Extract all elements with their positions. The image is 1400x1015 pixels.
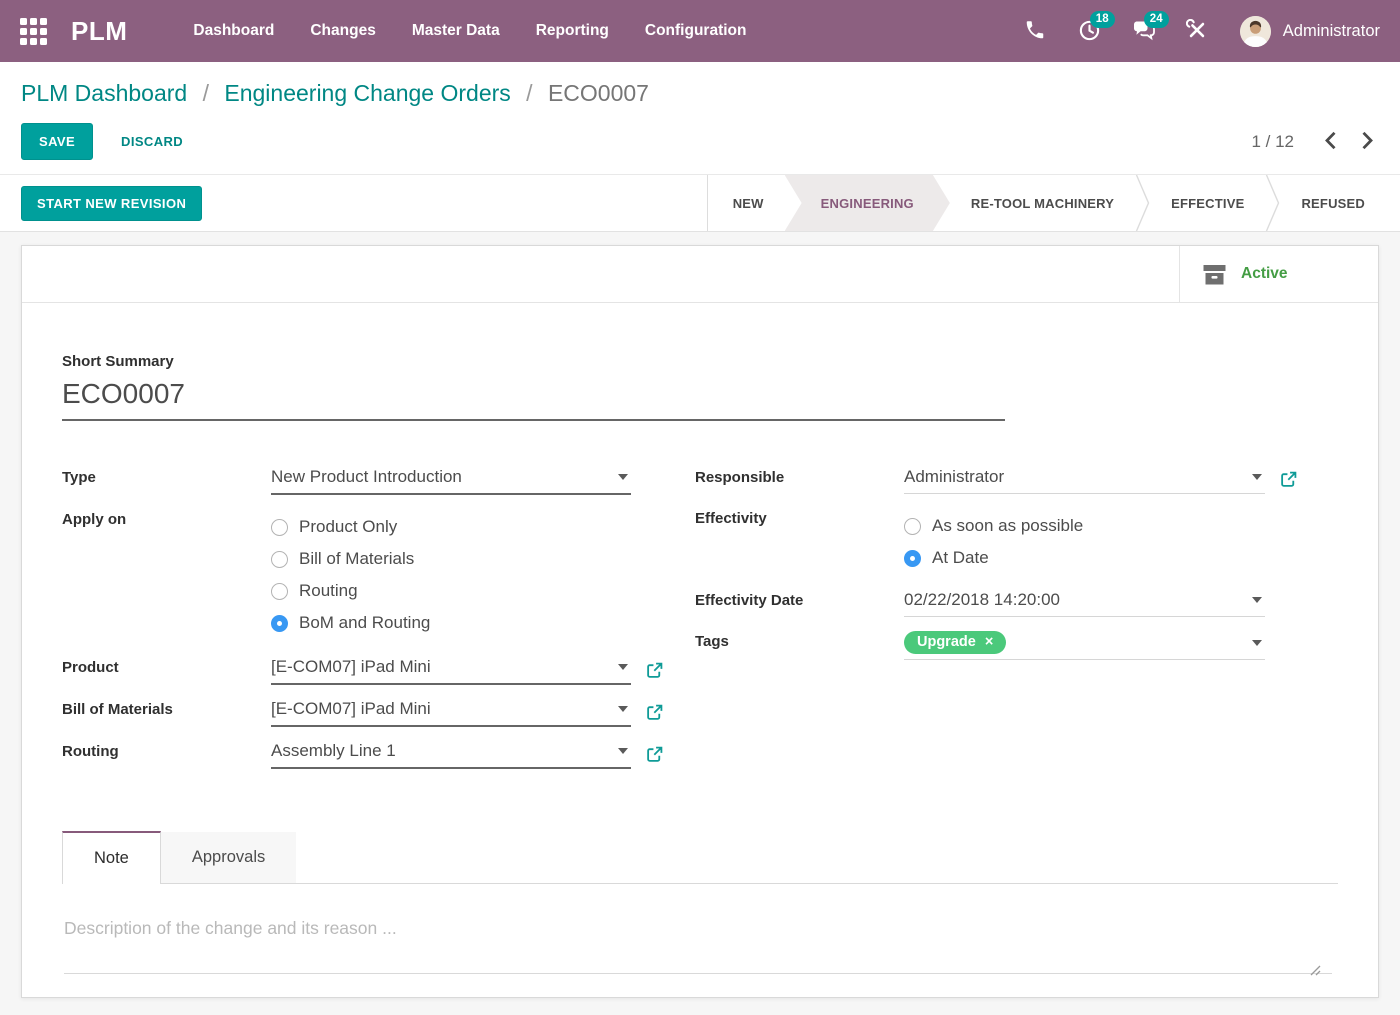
step-separator-icon <box>1265 175 1280 231</box>
nav-menu: Dashboard Changes Master Data Reporting … <box>193 22 746 40</box>
tags-label: Tags <box>695 629 904 650</box>
nav-menu-dashboard[interactable]: Dashboard <box>193 22 274 40</box>
type-select[interactable]: New Product Introduction <box>271 465 631 495</box>
type-label: Type <box>62 465 271 486</box>
short-summary-input[interactable]: ECO0007 <box>62 370 1005 421</box>
radio-icon[interactable] <box>904 518 921 535</box>
radio-icon[interactable] <box>271 519 288 536</box>
archive-box-icon <box>1202 263 1227 286</box>
save-button[interactable]: SAVE <box>21 123 93 160</box>
breadcrumb-plm-dashboard[interactable]: PLM Dashboard <box>21 80 187 106</box>
pager-next-button[interactable] <box>1360 129 1376 155</box>
radio-icon[interactable] <box>271 551 288 568</box>
breadcrumb-separator: / <box>526 80 532 106</box>
product-select[interactable]: [E-COM07] iPad Mini <box>271 655 631 685</box>
status-step-new[interactable]: NEW <box>712 175 785 231</box>
step-separator-icon <box>1135 175 1150 231</box>
chevron-left-icon <box>1324 131 1336 150</box>
card-button-box: Active <box>22 246 1378 303</box>
routing-select[interactable]: Assembly Line 1 <box>271 739 631 769</box>
radio-icon[interactable] <box>271 583 288 600</box>
caret-down-icon <box>1252 474 1262 480</box>
activity-badge: 18 <box>1090 11 1115 28</box>
radio-product-only[interactable]: Product Only <box>271 511 430 543</box>
radio-checked-icon[interactable] <box>904 550 921 567</box>
external-link-icon[interactable] <box>1280 471 1297 488</box>
pager-previous-button[interactable] <box>1322 129 1338 155</box>
statusbar: START NEW REVISION NEW ENGINEERING RE-TO… <box>0 174 1400 232</box>
caret-down-icon <box>618 706 628 712</box>
caret-down-icon <box>618 474 628 480</box>
tag-remove-icon[interactable]: × <box>985 634 993 650</box>
bill-of-materials-select[interactable]: [E-COM07] iPad Mini <box>271 697 631 727</box>
note-textarea[interactable] <box>64 908 1332 974</box>
tab-approvals[interactable]: Approvals <box>161 832 296 883</box>
apps-grid-icon[interactable] <box>20 18 47 45</box>
breadcrumb-separator: / <box>203 80 209 106</box>
status-step-refused[interactable]: REFUSED <box>1280 175 1386 231</box>
tags-input[interactable]: Upgrade × <box>904 629 1265 660</box>
status-step-retool-machinery[interactable]: RE-TOOL MACHINERY <box>950 175 1135 231</box>
external-link-icon[interactable] <box>646 746 663 763</box>
caret-down-icon <box>1252 640 1262 646</box>
short-summary-label: Short Summary <box>62 353 1338 370</box>
pager-count: 1 / 12 <box>1251 132 1294 152</box>
tab-note[interactable]: Note <box>62 831 161 884</box>
radio-as-soon-as-possible[interactable]: As soon as possible <box>904 510 1083 542</box>
phone-icon[interactable] <box>1024 19 1048 43</box>
status-step-engineering[interactable]: ENGINEERING <box>785 175 950 231</box>
caret-down-icon <box>618 664 628 670</box>
breadcrumb: PLM Dashboard / Engineering Change Order… <box>21 80 1376 107</box>
status-step-effective[interactable]: EFFECTIVE <box>1150 175 1265 231</box>
radio-bill-of-materials[interactable]: Bill of Materials <box>271 543 430 575</box>
messages-icon[interactable]: 24 <box>1132 19 1156 43</box>
user-name[interactable]: Administrator <box>1283 22 1380 41</box>
nav-menu-master-data[interactable]: Master Data <box>412 22 500 40</box>
product-label: Product <box>62 655 271 676</box>
start-new-revision-button[interactable]: START NEW REVISION <box>21 186 202 221</box>
tag-upgrade[interactable]: Upgrade × <box>904 631 1006 654</box>
radio-checked-icon[interactable] <box>271 615 288 632</box>
radio-bom-and-routing[interactable]: BoM and Routing <box>271 607 430 639</box>
resize-handle-icon[interactable] <box>1307 962 1321 976</box>
control-panel: PLM Dashboard / Engineering Change Order… <box>0 62 1400 174</box>
form-card: Active Short Summary ECO0007 Type New Pr… <box>21 245 1379 998</box>
active-label: Active <box>1241 265 1288 283</box>
radio-routing[interactable]: Routing <box>271 575 430 607</box>
radio-at-date[interactable]: At Date <box>904 542 1083 574</box>
bill-of-materials-label: Bill of Materials <box>62 697 271 718</box>
external-link-icon[interactable] <box>646 662 663 679</box>
external-link-icon[interactable] <box>646 704 663 721</box>
activity-clock-icon[interactable]: 18 <box>1078 19 1102 43</box>
apply-on-label: Apply on <box>62 507 271 528</box>
active-toggle-button[interactable]: Active <box>1179 246 1378 302</box>
chevron-right-icon <box>1362 131 1374 150</box>
effectivity-label: Effectivity <box>695 506 904 527</box>
responsible-select[interactable]: Administrator <box>904 465 1265 494</box>
nav-menu-changes[interactable]: Changes <box>310 22 375 40</box>
messages-badge: 24 <box>1144 11 1169 28</box>
nav-menu-configuration[interactable]: Configuration <box>645 22 747 40</box>
caret-down-icon <box>618 748 628 754</box>
navbar: PLM Dashboard Changes Master Data Report… <box>0 0 1400 62</box>
apply-on-radio-group: Product Only Bill of Materials Routing <box>271 507 430 639</box>
breadcrumb-eco-list[interactable]: Engineering Change Orders <box>224 80 510 106</box>
tools-icon[interactable] <box>1186 19 1210 43</box>
caret-down-icon <box>1252 597 1262 603</box>
pager: 1 / 12 <box>1251 129 1376 155</box>
breadcrumb-current: ECO0007 <box>548 80 649 106</box>
effectivity-radio-group: As soon as possible At Date <box>904 506 1083 574</box>
notebook-tabs: Note Approvals <box>62 831 1338 884</box>
discard-button[interactable]: DISCARD <box>121 134 183 149</box>
avatar[interactable] <box>1240 16 1271 47</box>
routing-label: Routing <box>62 739 271 760</box>
effectivity-date-input[interactable]: 02/22/2018 14:20:00 <box>904 588 1265 617</box>
nav-menu-reporting[interactable]: Reporting <box>536 22 609 40</box>
effectivity-date-label: Effectivity Date <box>695 588 904 609</box>
status-steps: NEW ENGINEERING RE-TOOL MACHINERY EFFECT… <box>707 175 1400 231</box>
app-title[interactable]: PLM <box>71 16 127 47</box>
responsible-label: Responsible <box>695 465 904 486</box>
